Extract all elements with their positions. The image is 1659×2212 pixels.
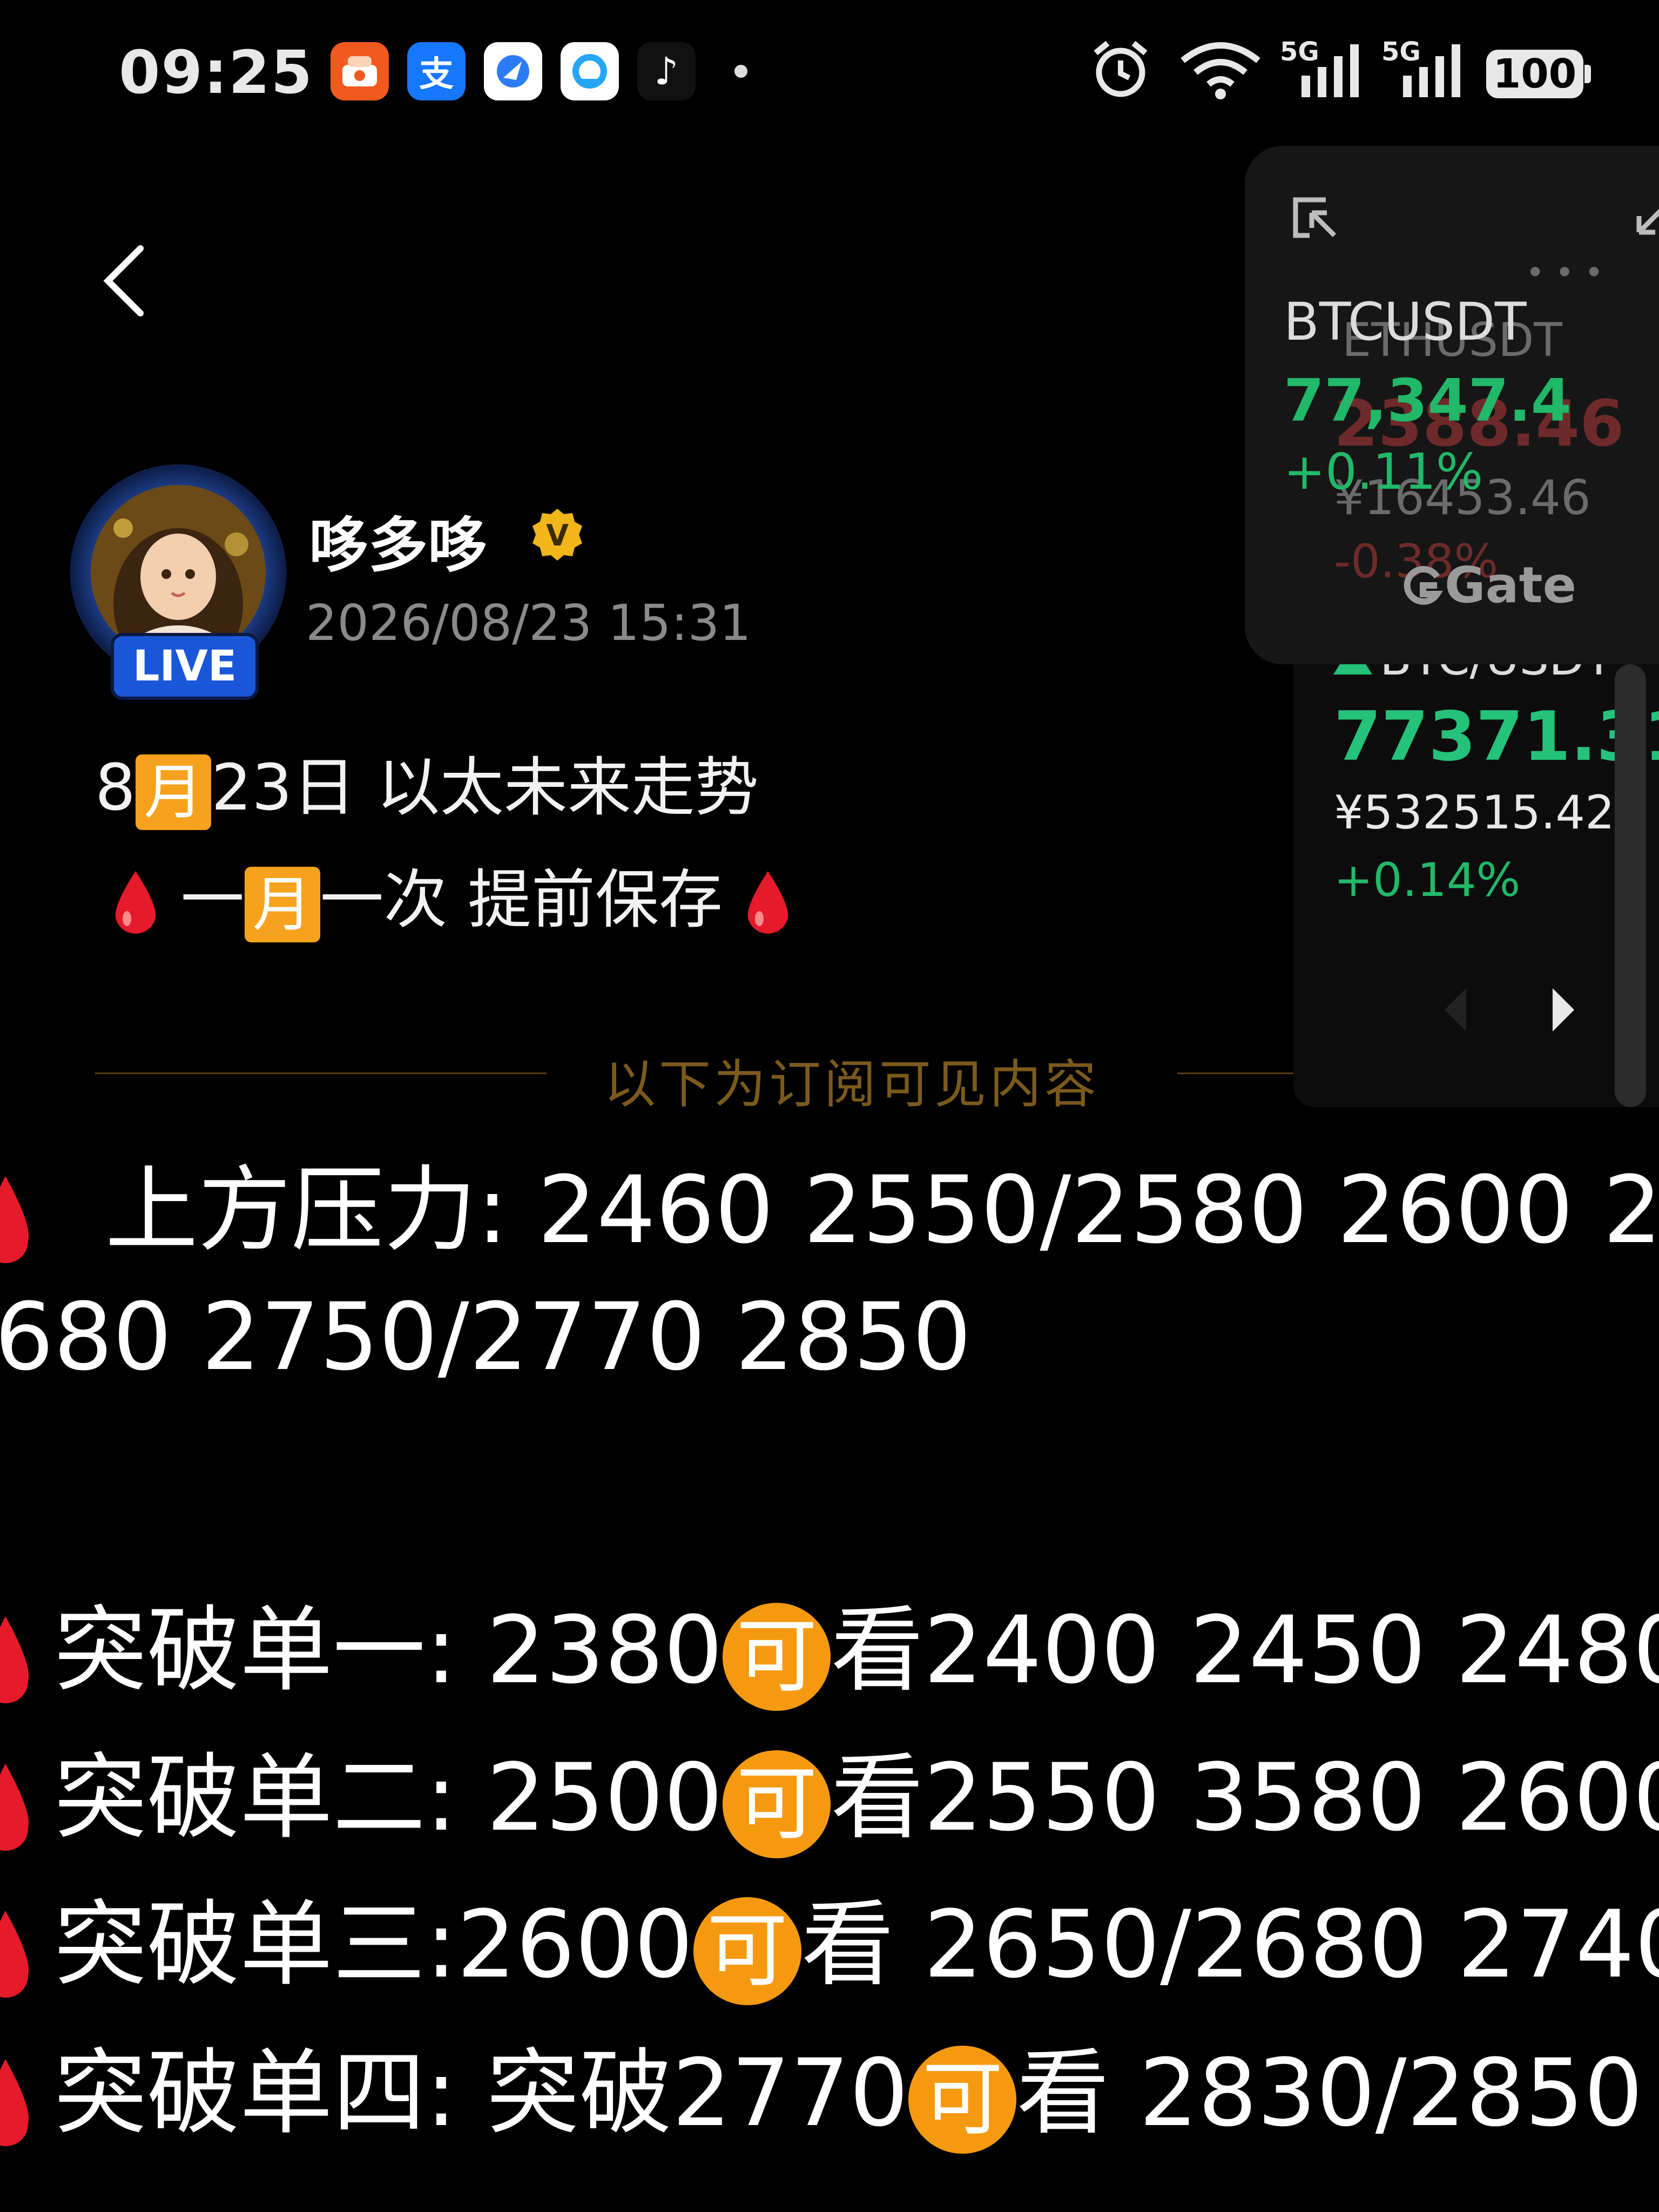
more-icon[interactable]: • • •	[1526, 254, 1603, 292]
chevron-left-icon	[103, 245, 144, 316]
breakout-label: 突破单三:2600	[54, 1890, 693, 1999]
post-subtitle-pre: 一	[180, 862, 245, 937]
moon-chip-icon: 月	[136, 754, 212, 830]
network-type-2: 5G	[1381, 37, 1421, 67]
wifi-icon	[1177, 37, 1264, 102]
verified-glyph: V	[546, 518, 569, 552]
widget-scrollbar[interactable]	[1615, 664, 1646, 1107]
alipay-app-icon: 支	[407, 42, 466, 100]
post-timestamp: 2026/08/23 15:31	[306, 594, 751, 652]
collapse-icon[interactable]	[1623, 194, 1659, 251]
gate-logo: Gate	[1401, 556, 1576, 614]
gate-brand-text: Gate	[1445, 556, 1576, 614]
post-title-post: 23日 以太未来走势	[211, 750, 759, 825]
signal-icon-2: 5G	[1381, 37, 1462, 102]
network-type-1: 5G	[1280, 37, 1319, 67]
btc-price-widget[interactable]: BTC/USDT 77371.31 ¥532515.42 +0.14%	[1293, 621, 1659, 1107]
blood-drop-icon	[743, 867, 793, 942]
breakout-line-4: 突破单四: 突破2770 可看 2830/2850	[0, 2017, 1643, 2154]
breakout-line-3: 突破单三:2600 可看 2650/2680 2740	[0, 1869, 1659, 2006]
breakout-label: 突破单二: 2500	[54, 1743, 723, 1852]
pressure-line-2: 680 2750/2770 2850	[0, 1283, 972, 1391]
post-subtitle-line: 一月一次 提前保存	[111, 848, 793, 942]
blood-drop-icon	[0, 2048, 32, 2151]
widget-price: 77,347.4	[1284, 367, 1572, 435]
username[interactable]: 哆多哆	[309, 497, 487, 583]
browser-app-icon	[484, 42, 542, 100]
subscription-divider-text: 以下为订阅可见内容	[604, 1054, 1100, 1115]
breakout-targets: 看 2830/2850	[1016, 2039, 1643, 2147]
divider-line-left	[95, 1073, 547, 1074]
breakout-targets: 看2550 3580 2600	[831, 1743, 1659, 1852]
btcusdt-float-widget[interactable]: • • • ETHUSDT 2388.46 ¥16453.46 -0.38% B…	[1245, 146, 1659, 664]
breakout-label: 突破单一: 2380	[54, 1596, 723, 1704]
pressure-text: 上方压力: 2460 2550/2580 2600 26	[105, 1156, 1659, 1264]
widget2-cny: ¥532515.42	[1334, 786, 1615, 840]
signal-icon-1: 5G	[1280, 37, 1361, 102]
post-title-line: 8 月 23日 以太未来走势	[95, 736, 759, 830]
widget-symbol: BTCUSDT	[1284, 292, 1527, 352]
moon-chip-icon: 月	[244, 866, 320, 942]
widget-prev-icon[interactable]	[1439, 988, 1472, 1034]
back-button[interactable]	[92, 238, 157, 324]
ke-badge-icon: 可	[693, 1897, 801, 2006]
blood-drop-icon	[0, 1900, 32, 2002]
taobao-app-icon	[331, 42, 389, 100]
battery-indicator: 100	[1486, 50, 1583, 98]
gate-logo-icon	[1404, 565, 1443, 605]
widget-change: +0.11%	[1284, 443, 1483, 501]
status-time: 09:25	[119, 38, 314, 107]
widget2-change: +0.14%	[1334, 853, 1521, 907]
breakout-targets: 看2400 2450 2480	[831, 1596, 1659, 1704]
blood-drop-icon	[111, 867, 160, 942]
pip-exit-icon[interactable]	[1288, 189, 1342, 245]
notification-dot-icon	[734, 65, 747, 78]
widget2-price: 77371.31	[1334, 697, 1659, 776]
alarm-icon	[1088, 37, 1153, 102]
pressure-line-1: 上方压力: 2460 2550/2580 2600 26	[0, 1134, 1659, 1269]
tiktok-app-icon: ♪	[637, 42, 696, 100]
verified-badge-icon: V	[529, 507, 585, 563]
ke-badge-icon: 可	[908, 2046, 1017, 2154]
post-title-pre: 8	[95, 750, 136, 825]
breakout-line-2: 突破单二: 2500 可看2550 3580 2600	[0, 1722, 1659, 1859]
post-subtitle-post: 一次 提前保存	[320, 862, 723, 937]
blood-drop-icon	[0, 1753, 32, 1856]
breakout-label: 突破单四: 突破2770	[54, 2039, 909, 2147]
breakout-targets: 看 2650/2680 2740	[801, 1890, 1659, 1999]
breakout-line-1: 突破单一: 2380 可看2400 2450 2480	[0, 1574, 1659, 1711]
search-app-icon	[561, 42, 619, 100]
widget-next-icon[interactable]	[1547, 988, 1580, 1034]
blood-drop-icon	[0, 1606, 32, 1708]
blood-drop-icon	[0, 1165, 32, 1268]
battery-tip	[1584, 65, 1591, 83]
ke-badge-icon: 可	[723, 1750, 831, 1859]
ke-badge-icon: 可	[723, 1603, 831, 1711]
live-badge[interactable]: LIVE	[111, 633, 259, 700]
